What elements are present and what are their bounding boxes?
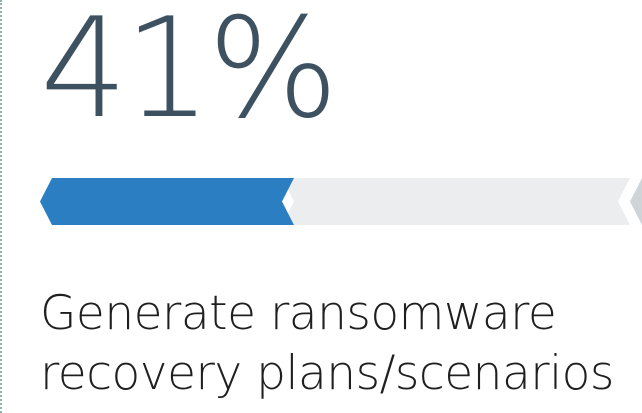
progress-bar-graphic	[40, 178, 642, 225]
progress-bar	[40, 178, 642, 225]
stat-description: Generate ransomware recovery plans/scena…	[40, 284, 640, 404]
left-dotted-divider	[0, 0, 2, 413]
next-segment-chevron	[630, 178, 642, 225]
stat-percentage: 41%	[40, 0, 339, 149]
stat-description-line-1: Generate ransomware	[40, 286, 557, 341]
progress-track	[282, 178, 630, 225]
progress-fill	[40, 178, 294, 225]
stat-description-line-2: recovery plans/scenarios	[40, 346, 614, 401]
